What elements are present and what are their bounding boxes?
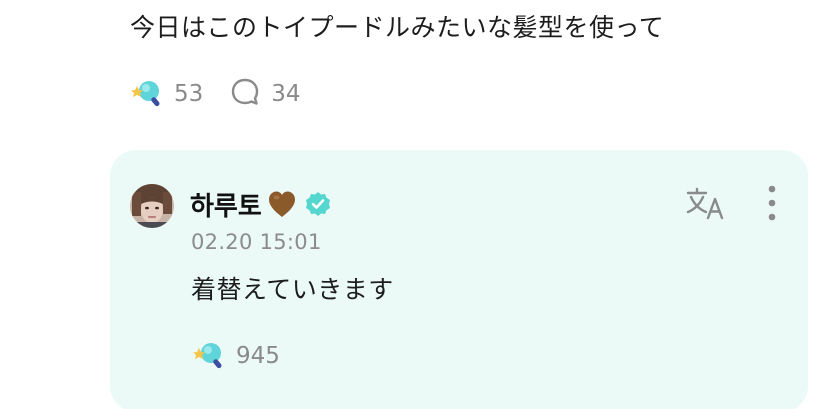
author-name[interactable]: 하루토 <box>190 186 262 223</box>
light-stick-icon <box>130 75 164 113</box>
more-vertical-icon <box>762 185 782 226</box>
reply-action-bar: 945 <box>192 338 280 374</box>
author-avatar[interactable] <box>130 184 174 228</box>
translate-icon <box>684 187 728 228</box>
post-like-button[interactable]: 53 <box>130 75 203 113</box>
reply-timestamp: 02.20 15:01 <box>191 230 322 254</box>
author-row: 하루토 <box>190 184 332 224</box>
reply-card: 하루토 02.20 15:01 着替えていきます 945 <box>110 150 808 409</box>
verified-badge-icon <box>304 190 332 218</box>
light-stick-icon <box>192 337 226 375</box>
post-like-count: 53 <box>174 81 204 107</box>
comment-bubble-icon <box>229 76 261 112</box>
post-comment-button[interactable]: 34 <box>229 76 301 112</box>
brown-heart-icon <box>266 189 298 219</box>
more-options-button[interactable] <box>762 184 782 222</box>
post-action-bar: 53 34 <box>130 76 301 112</box>
post-comment-count: 34 <box>271 81 301 107</box>
reply-text: 着替えていきます <box>191 275 394 304</box>
reply-like-button[interactable]: 945 <box>192 337 280 375</box>
reply-like-count: 945 <box>236 343 280 369</box>
post-thread: 今日はこのトイプードルみたいな髪型を使って 53 34 하루토 02.20 15… <box>0 0 828 409</box>
post-text: 今日はこのトイプードルみたいな髪型を使って <box>130 13 665 42</box>
translate-button[interactable] <box>684 184 728 224</box>
